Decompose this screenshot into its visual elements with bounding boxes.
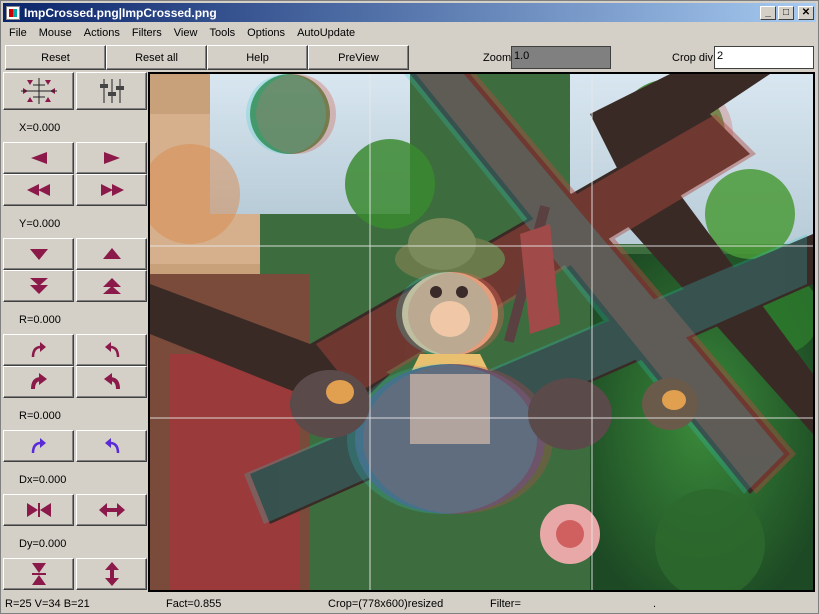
rotate-cw-blue-icon (31, 438, 46, 454)
arrow-right-icon (103, 152, 120, 164)
rotate2-right-button[interactable] (3, 430, 74, 462)
dx-expand-button[interactable] (76, 494, 147, 526)
double-arrow-left-icon (26, 184, 50, 196)
menu-bar: File Mouse Actions Filters View Tools Op… (3, 23, 816, 42)
reset-button[interactable]: Reset (5, 45, 106, 70)
status-bar: R=25 V=34 B=21 Fact=0.855 Crop=(778x600)… (3, 596, 816, 612)
rotate-right-button[interactable] (3, 334, 74, 366)
dx-label: Dx=0.000 (19, 474, 67, 486)
status-crop: Crop=(778x600)resized (328, 598, 444, 610)
window-title: ImpCrossed.png|ImpCrossed.png (24, 5, 217, 20)
zoom-field[interactable]: 1.0 (511, 46, 611, 69)
sliders-button[interactable] (76, 72, 147, 110)
dy-label: Dy=0.000 (19, 538, 67, 550)
rotate-left-fast-button[interactable] (76, 366, 147, 398)
arrow-down-icon (29, 249, 48, 260)
toolbar: Reset Reset all Help PreView Zoom 1.0 Cr… (3, 44, 816, 71)
align-arrows-icon (20, 78, 57, 104)
rotate-cw-bold-icon (30, 373, 47, 390)
close-button[interactable]: ✕ (798, 5, 814, 20)
crop-div-field[interactable]: 2 (714, 46, 814, 69)
move-left-fast-button[interactable] (3, 174, 74, 206)
zoom-label: Zoom (483, 52, 512, 64)
rotate-ccw-icon (104, 342, 119, 358)
vertical-outward-icon (104, 562, 119, 586)
preview-button[interactable]: PreView (308, 45, 409, 70)
menu-filters[interactable]: Filters (126, 27, 168, 39)
menu-tools[interactable]: Tools (203, 27, 241, 39)
vertical-inward-icon (31, 563, 46, 585)
main-window: ImpCrossed.png|ImpCrossed.png _ □ ✕ File… (0, 0, 819, 614)
rotate2-left-button[interactable] (76, 430, 147, 462)
reset-all-button[interactable]: Reset all (106, 45, 207, 70)
arrow-left-icon (30, 152, 47, 164)
move-down-button[interactable] (3, 238, 74, 270)
anaglyph-image[interactable] (150, 74, 813, 590)
menu-options[interactable]: Options (241, 27, 291, 39)
menu-file[interactable]: File (3, 27, 33, 39)
status-filter: Filter= (490, 598, 521, 610)
dx-shrink-button[interactable] (3, 494, 74, 526)
control-panel: X=0.000 Y=0.000 R=0.000 R=0.000 Dx=0.000… (3, 72, 148, 592)
move-up-button[interactable] (76, 238, 147, 270)
dy-expand-button[interactable] (76, 558, 147, 590)
rotate-left-button[interactable] (76, 334, 147, 366)
move-left-button[interactable] (3, 142, 74, 174)
move-down-fast-button[interactable] (3, 270, 74, 302)
double-arrow-right-icon (100, 184, 124, 196)
x-offset-label: X=0.000 (19, 122, 61, 134)
rotate-ccw-bold-icon (103, 373, 120, 390)
rotation2-label: R=0.000 (19, 410, 61, 422)
rotate-ccw-blue-icon (104, 438, 119, 454)
rotate-right-fast-button[interactable] (3, 366, 74, 398)
status-extra: . (653, 598, 657, 610)
move-right-button[interactable] (76, 142, 147, 174)
y-offset-label: Y=0.000 (19, 218, 61, 230)
menu-view[interactable]: View (168, 27, 204, 39)
double-arrow-up-icon (102, 278, 121, 294)
menu-autoupdate[interactable]: AutoUpdate (291, 27, 361, 39)
maximize-button[interactable]: □ (778, 5, 794, 20)
sliders-icon (99, 79, 124, 103)
menu-actions[interactable]: Actions (78, 27, 126, 39)
rotate-cw-icon (31, 342, 46, 358)
align-grid-button[interactable] (3, 72, 74, 110)
title-bar[interactable]: ImpCrossed.png|ImpCrossed.png _ □ ✕ (3, 3, 816, 22)
app-icon[interactable] (6, 5, 20, 20)
status-fact: Fact=0.855 (166, 598, 222, 610)
crop-div-label: Crop div (672, 52, 713, 64)
minimize-button[interactable]: _ (760, 5, 776, 20)
dy-shrink-button[interactable] (3, 558, 74, 590)
horizontal-inward-icon (26, 503, 51, 517)
arrow-up-icon (102, 248, 121, 259)
garden-gnome-anaglyph-picture (150, 74, 813, 590)
image-canvas[interactable] (148, 72, 815, 592)
window-controls: _ □ ✕ (760, 5, 814, 20)
horizontal-outward-icon (98, 503, 125, 517)
double-arrow-down-icon (29, 278, 48, 294)
help-button[interactable]: Help (207, 45, 308, 70)
menu-mouse[interactable]: Mouse (33, 27, 78, 39)
status-rgb: R=25 V=34 B=21 (5, 598, 90, 610)
move-right-fast-button[interactable] (76, 174, 147, 206)
rotation-label: R=0.000 (19, 314, 61, 326)
move-up-fast-button[interactable] (76, 270, 147, 302)
